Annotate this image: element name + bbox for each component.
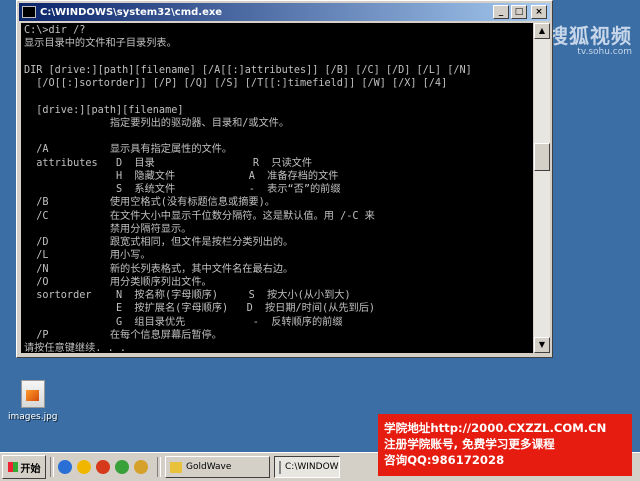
watermark-brand: 搜狐视频 — [548, 24, 632, 48]
scroll-thumb[interactable] — [534, 143, 550, 171]
window-titlebar[interactable]: C:\WINDOWS\system32\cmd.exe _ □ × — [19, 3, 550, 21]
console-icon — [22, 6, 36, 18]
ad-line: 注册学院账号, 免费学习更多课程 — [384, 437, 555, 451]
task-label: C:\WINDOWS\system32\cmd.exe — [285, 462, 339, 472]
taskbar-separator — [50, 457, 54, 477]
task-goldwave[interactable]: GoldWave — [165, 456, 270, 478]
scroll-up-arrow-icon[interactable]: ▲ — [534, 23, 550, 39]
app-quicklaunch-icon[interactable] — [115, 460, 129, 474]
close-button[interactable]: × — [531, 5, 547, 19]
window-title: C:\WINDOWS\system32\cmd.exe — [40, 6, 223, 18]
ie-quicklaunch-icon[interactable] — [58, 460, 72, 474]
media-quicklaunch-icon[interactable] — [96, 460, 110, 474]
task-label: GoldWave — [186, 462, 232, 472]
windows-flag-icon — [7, 462, 18, 472]
desktop-icon-label: images.jpg — [8, 412, 58, 422]
minimize-button[interactable]: _ — [493, 5, 509, 19]
scroll-down-arrow-icon[interactable]: ▼ — [534, 337, 550, 353]
watermark: 搜狐视频 tv.sohu.com — [548, 20, 632, 57]
start-label: 开始 — [20, 463, 41, 475]
cmd-window[interactable]: C:\WINDOWS\system32\cmd.exe _ □ × C:\>di… — [16, 0, 553, 358]
taskbar-separator — [157, 457, 161, 477]
console-text: C:\>dir /? 显示目录中的文件和子目录列表。 DIR [drive:][… — [24, 25, 472, 353]
ad-line: 学院地址http://2000.CXZZL.COM.CN — [384, 421, 607, 435]
folder-quicklaunch-icon[interactable] — [77, 460, 91, 474]
ad-banner: 学院地址http://2000.CXZZL.COM.CN 注册学院账号, 免费学… — [378, 414, 632, 476]
console-output[interactable]: C:\>dir /? 显示目录中的文件和子目录列表。 DIR [drive:][… — [21, 23, 533, 353]
task-cmd[interactable]: C:\WINDOWS\system32\cmd.exe — [274, 456, 340, 478]
ad-line: 咨询QQ:986172028 — [384, 453, 505, 467]
start-button[interactable]: 开始 — [2, 455, 46, 479]
desktop-icon-images[interactable]: images.jpg — [8, 380, 58, 422]
app2-quicklaunch-icon[interactable] — [134, 460, 148, 474]
goldwave-icon — [170, 461, 182, 473]
image-file-icon — [20, 380, 45, 408]
maximize-button[interactable]: □ — [511, 5, 527, 19]
console-icon — [279, 460, 281, 474]
vertical-scrollbar[interactable]: ▲ ▼ — [534, 23, 550, 353]
